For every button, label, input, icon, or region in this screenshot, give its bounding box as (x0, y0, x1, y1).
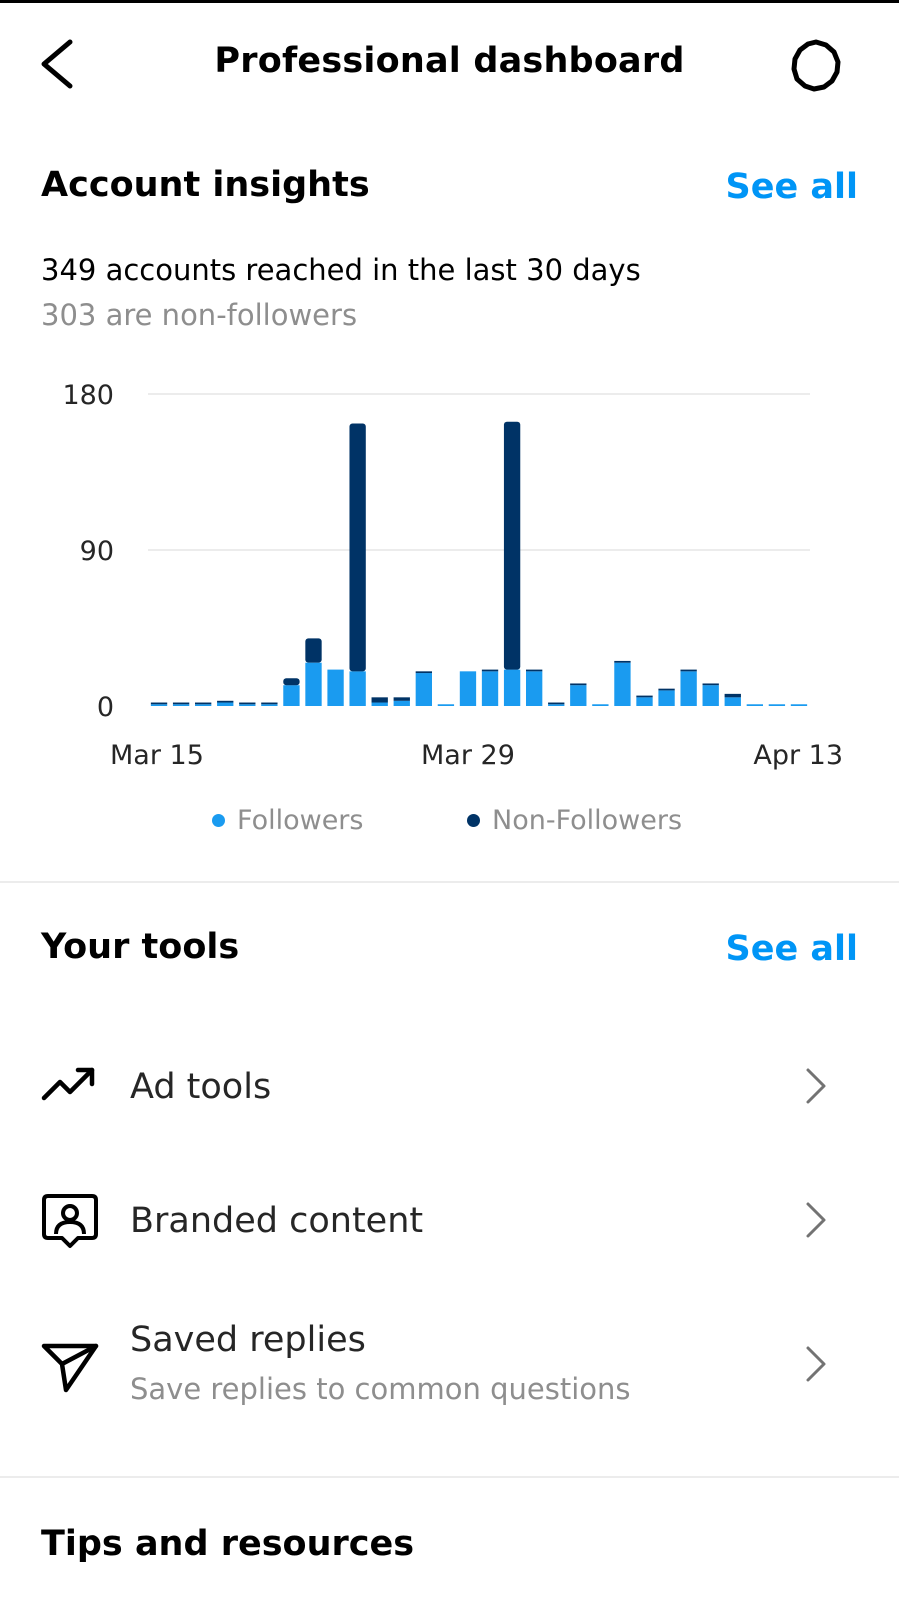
bar-non-followers (150, 702, 168, 705)
section-divider (0, 1476, 899, 1478)
tools-see-all-link[interactable]: See all (726, 929, 858, 969)
x-tick-label: Mar 15 (110, 740, 204, 771)
tool-item-branded-content[interactable]: Branded content (0, 1170, 899, 1270)
bar-non-followers (503, 421, 521, 670)
bar-followers (680, 671, 697, 706)
bar-followers (217, 702, 234, 706)
bar-followers (658, 690, 675, 706)
chevron-right-icon (806, 1346, 826, 1382)
bar-non-followers (548, 702, 565, 705)
bar-non-followers (261, 702, 278, 705)
y-tick-label: 0 (97, 692, 114, 723)
bar-followers (172, 704, 190, 706)
bar-non-followers (217, 700, 234, 703)
bar-followers (702, 685, 719, 706)
legend-followers: Followers (212, 805, 363, 836)
legend-non-followers-label: Non-Followers (492, 805, 683, 836)
bar-non-followers (371, 697, 388, 703)
branded-content-icon (42, 1194, 98, 1248)
tips-resources-title: Tips and resources (41, 1524, 415, 1564)
bar-followers (195, 704, 212, 706)
your-tools-title: Your tools (41, 927, 240, 967)
account-insights-title: Account insights (41, 165, 370, 205)
bar-followers (746, 704, 763, 706)
bar-non-followers (658, 688, 675, 691)
bar-followers (239, 704, 256, 706)
non-followers-dot-icon (467, 814, 480, 827)
bar-followers (327, 669, 344, 706)
bar-non-followers (614, 660, 631, 663)
tool-item-saved-replies[interactable]: Saved replies Save replies to common que… (0, 1300, 899, 1430)
legend-followers-label: Followers (237, 805, 364, 836)
reach-bar-chart: 0 90 180 Mar 15 Mar 29 Apr 13 (62, 380, 843, 771)
bar-followers (548, 704, 565, 706)
header: Professional dashboard (0, 3, 899, 123)
bar-non-followers (724, 693, 741, 698)
bar-non-followers (172, 702, 190, 705)
bar-followers (393, 700, 410, 706)
bar-non-followers (393, 697, 410, 701)
y-tick-label: 180 (62, 380, 114, 411)
bar-followers (526, 671, 543, 706)
tool-label-saved-replies: Saved replies (130, 1320, 366, 1360)
bar-non-followers (349, 423, 366, 672)
legend-non-followers: Non-Followers (467, 805, 682, 836)
bar-followers (768, 704, 786, 706)
chevron-right-icon (806, 1068, 826, 1104)
non-followers-text: 303 are non-followers (41, 298, 358, 332)
send-icon (41, 1343, 99, 1393)
tool-item-ad-tools[interactable]: Ad tools (0, 1036, 899, 1136)
gear-icon (791, 39, 841, 92)
tool-label-ad-tools: Ad tools (130, 1067, 272, 1107)
bar-non-followers (570, 683, 587, 686)
bar-followers (459, 671, 477, 706)
reach-chart: 0 90 180 Mar 15 Mar 29 Apr 13 (0, 370, 899, 790)
bar-followers (283, 685, 300, 706)
bar-non-followers (415, 671, 432, 674)
tool-label-branded-content: Branded content (130, 1201, 424, 1241)
insights-see-all-link[interactable]: See all (726, 167, 858, 207)
x-tick-label: Mar 29 (421, 740, 515, 771)
bar-followers (415, 673, 432, 706)
bar-non-followers (283, 678, 300, 686)
page-title: Professional dashboard (214, 41, 685, 81)
bar-followers (349, 671, 366, 706)
bar-followers (592, 704, 609, 706)
bar-non-followers (526, 669, 543, 672)
bar-followers (481, 671, 499, 706)
chevron-right-icon (806, 1202, 826, 1238)
bar-non-followers (680, 669, 697, 672)
bar-followers (724, 697, 741, 706)
x-tick-label: Apr 13 (753, 740, 843, 771)
accounts-reached-text: 349 accounts reached in the last 30 days (41, 253, 641, 287)
bar-followers (261, 704, 278, 706)
bar-followers (790, 704, 808, 706)
bar-non-followers (481, 669, 499, 672)
bar-non-followers (239, 702, 256, 705)
bar-followers (150, 704, 168, 706)
trending-up-icon (41, 1067, 95, 1101)
y-tick-label: 90 (80, 536, 114, 567)
section-divider (0, 881, 899, 883)
bar-non-followers (195, 702, 212, 705)
bar-followers (437, 704, 455, 706)
bar-followers (371, 702, 388, 706)
bar-non-followers (702, 683, 719, 686)
bar-non-followers (636, 695, 653, 698)
bar-followers (636, 697, 653, 706)
bar-followers (305, 662, 322, 706)
settings-button[interactable] (786, 36, 846, 96)
followers-dot-icon (212, 814, 225, 827)
bar-followers (614, 662, 631, 706)
bar-followers (570, 685, 587, 706)
bar-followers (503, 669, 521, 706)
tool-subtitle-saved-replies: Save replies to common questions (130, 1372, 631, 1406)
bar-non-followers (305, 638, 322, 663)
chart-legend: Followers Non-Followers (0, 805, 899, 841)
